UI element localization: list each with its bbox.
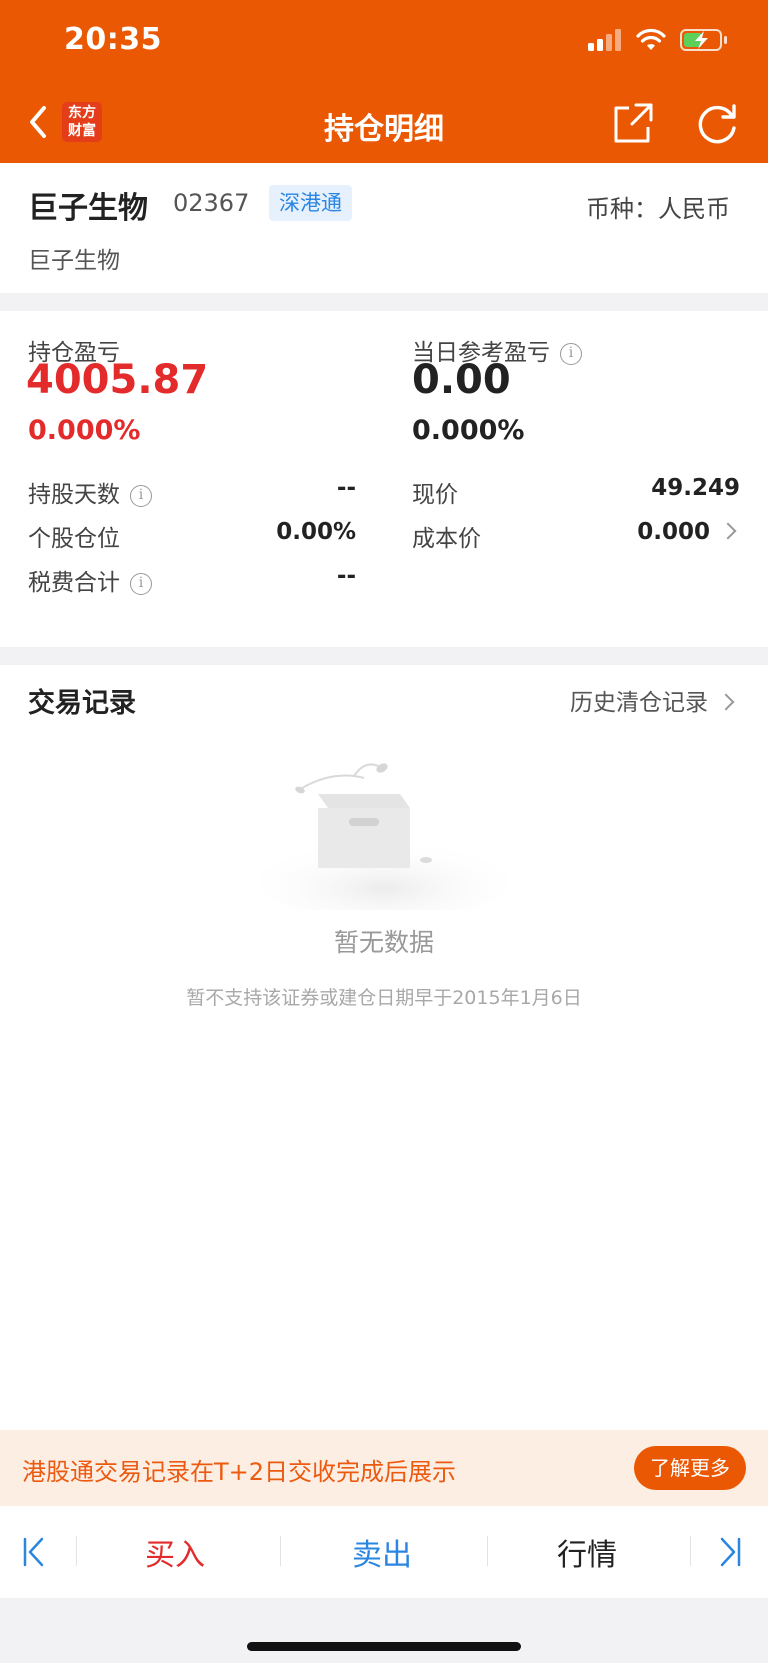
history-clear-link[interactable]: 历史清仓记录 xyxy=(570,683,735,717)
position-ratio-label: 个股仓位 xyxy=(28,526,120,552)
current-price-label: 现价 xyxy=(412,482,458,508)
home-indicator[interactable] xyxy=(247,1642,521,1651)
daily-pl-pct: 0.000% xyxy=(412,415,525,446)
info-icon[interactable]: i xyxy=(130,572,152,595)
battery-charging-icon xyxy=(680,29,727,51)
market-badge: 深港通 xyxy=(269,185,352,221)
empty-state-title: 暂无数据 xyxy=(333,928,434,957)
home-indicator-area xyxy=(0,1598,768,1663)
history-clear-label: 历史清仓记录 xyxy=(570,690,708,716)
status-icons xyxy=(588,28,728,52)
chevron-right-icon xyxy=(717,693,735,710)
currency-label: 币种：人民币 xyxy=(586,195,730,223)
info-icon[interactable]: i xyxy=(130,484,152,507)
empty-box-illustration xyxy=(259,763,509,910)
trade-records-title: 交易记录 xyxy=(28,688,136,719)
hold-days-label: 持股天数 xyxy=(28,482,120,508)
stock-code: 02367 xyxy=(173,189,250,217)
bottom-action-bar: 买入 卖出 行情 xyxy=(0,1506,768,1598)
holding-pl-value: 4005.87 xyxy=(26,357,209,403)
empty-state-subtitle: 暂不支持该证券或建仓日期早于2015年1月6日 xyxy=(186,987,582,1009)
share-icon[interactable] xyxy=(612,102,654,144)
hold-days-label-wrap: 持股天数 i xyxy=(28,475,152,509)
tab-divider xyxy=(76,1536,77,1566)
fees-total-value: -- xyxy=(336,563,356,589)
trade-records-card: 交易记录 历史清仓记录 暂无数据 暂不支持该证券或建仓日期早于2015年1月6日 xyxy=(0,665,768,1430)
daily-pl-value: 0.00 xyxy=(412,357,511,403)
notice-banner: 港股通交易记录在T+2日交收完成后展示 了解更多 xyxy=(0,1430,768,1506)
signal-icon xyxy=(588,29,621,51)
info-icon[interactable]: i xyxy=(560,342,582,365)
nav-bar: 东方 财富 持仓明细 xyxy=(0,84,768,164)
fees-total-label: 税费合计 xyxy=(28,570,120,596)
current-price-value: 49.249 xyxy=(651,475,740,501)
stock-subtitle: 巨子生物 xyxy=(28,248,120,274)
hold-days-value: -- xyxy=(336,475,356,501)
first-page-icon[interactable] xyxy=(22,1536,46,1568)
cost-price-value: 0.000 xyxy=(637,519,710,545)
status-time: 20:35 xyxy=(64,22,162,57)
last-page-icon[interactable] xyxy=(718,1536,742,1568)
holding-pl-pct: 0.000% xyxy=(28,415,141,446)
tab-divider xyxy=(487,1536,488,1566)
fees-total-label-wrap: 税费合计 i xyxy=(28,563,152,597)
refresh-icon[interactable] xyxy=(696,102,740,146)
wifi-icon xyxy=(636,28,666,50)
position-summary-card: 持仓盈亏 4005.87 0.000% 当日参考盈亏 i 0.00 0.000% … xyxy=(0,311,768,647)
tab-divider xyxy=(690,1536,691,1566)
stock-name: 巨子生物 xyxy=(28,191,148,226)
top-bar: 20:35 东方 财富 持仓明细 xyxy=(0,0,768,163)
cost-price-label: 成本价 xyxy=(412,526,481,552)
sell-tab[interactable]: 卖出 xyxy=(352,1530,412,1574)
position-ratio-value: 0.00% xyxy=(276,519,356,545)
quote-tab[interactable]: 行情 xyxy=(557,1530,617,1574)
chevron-right-icon xyxy=(719,522,737,539)
tab-divider xyxy=(280,1536,281,1566)
notice-text: 港股通交易记录在T+2日交收完成后展示 xyxy=(22,1458,457,1486)
cost-price-row[interactable]: 0.000 xyxy=(637,519,737,545)
buy-tab[interactable]: 买入 xyxy=(145,1530,205,1574)
stock-header-card: 巨子生物 02367 深港通 币种：人民币 巨子生物 xyxy=(0,163,768,293)
learn-more-button[interactable]: 了解更多 xyxy=(634,1446,746,1490)
